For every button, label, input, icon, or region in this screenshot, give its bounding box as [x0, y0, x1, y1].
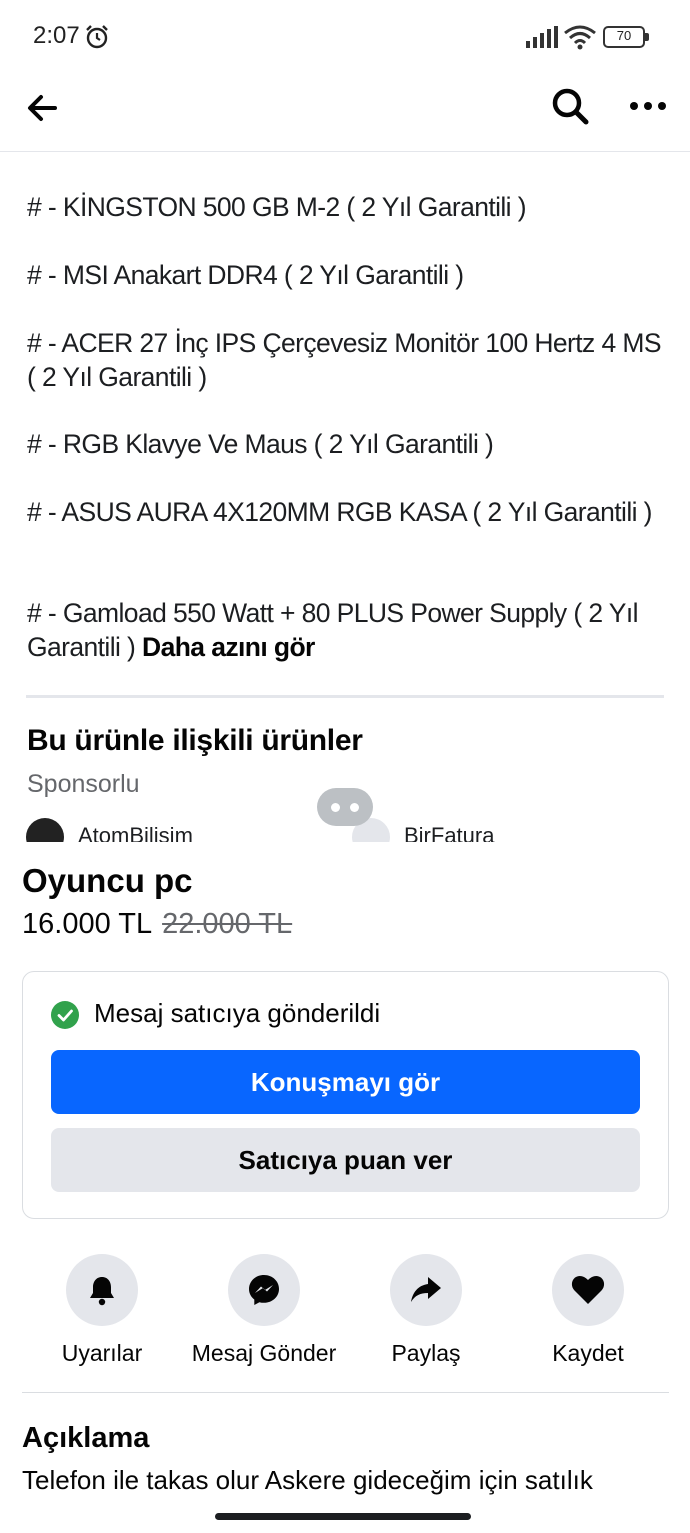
home-indicator[interactable]	[215, 1513, 471, 1520]
carousel-dot	[331, 803, 340, 812]
battery-indicator: 70	[603, 26, 649, 48]
price-row: 16.000 TL 22.000 TL	[22, 908, 292, 941]
share-icon	[411, 1277, 441, 1302]
save-action[interactable]: Kaydet	[503, 1254, 673, 1367]
sponsor-avatar	[26, 818, 64, 842]
description-text: Telefon ile takas olur Askere gideceğim …	[22, 1465, 593, 1495]
save-label: Kaydet	[552, 1340, 624, 1366]
divider	[26, 695, 664, 698]
bell-icon	[90, 1277, 114, 1306]
price-old: 22.000 TL	[162, 908, 293, 940]
search-icon[interactable]	[548, 84, 592, 128]
heart-icon	[571, 1275, 605, 1304]
action-row: Uyarılar Mesaj Gönder Paylaş Kaydet	[0, 1254, 690, 1374]
more-horizontal-icon[interactable]	[624, 84, 672, 128]
spec-line: # - MSI Anakart DDR4 ( 2 Yıl Garantili )	[27, 260, 464, 290]
sponsored-label: Sponsorlu	[27, 770, 140, 798]
signal-icon	[526, 26, 558, 48]
related-products-title: Bu ürünle ilişkili ürünler	[27, 724, 363, 757]
carousel-page-indicator	[317, 788, 373, 826]
spec-line: # - KİNGSTON 500 GB M-2 ( 2 Yıl Garantil…	[27, 192, 527, 222]
send-message-label: Mesaj Gönder	[191, 1340, 337, 1366]
spec-line-last: # - Gamload 550 Watt + 80 PLUS Power Sup…	[27, 596, 667, 664]
sponsor-card[interactable]: AtomBilisim	[26, 818, 193, 842]
status-time: 2:07	[33, 22, 80, 49]
spec-line-text: # - Gamload 550 Watt + 80 PLUS Power Sup…	[27, 598, 638, 662]
share-action[interactable]: Paylaş	[341, 1254, 511, 1367]
message-status-card: Mesaj satıcıya gönderildi Konuşmayı gör …	[22, 971, 669, 1219]
alarm-clock-icon	[86, 25, 108, 49]
send-message-action[interactable]: Mesaj Gönder	[179, 1254, 349, 1367]
sponsor-name: AtomBilisim	[78, 822, 193, 842]
alerts-button[interactable]	[66, 1254, 138, 1326]
spec-line: # - ASUS AURA 4X120MM RGB KASA ( 2 Yıl G…	[27, 497, 653, 527]
spec-line: # - RGB Klavye Ve Maus ( 2 Yıl Garantili…	[27, 429, 494, 459]
sponsor-card[interactable]: BirFatura	[352, 818, 494, 842]
spec-line: # - ACER 27 İnç IPS Çerçevesiz Monitör 1…	[27, 328, 662, 392]
product-title: Oyuncu pc	[22, 862, 193, 899]
send-message-button[interactable]	[228, 1254, 300, 1326]
description-title: Açıklama	[22, 1422, 150, 1454]
check-circle-icon	[51, 1001, 79, 1029]
messenger-icon	[249, 1275, 279, 1305]
divider	[22, 1392, 669, 1393]
description-scroll-area[interactable]: # - KİNGSTON 500 GB M-2 ( 2 Yıl Garantil…	[0, 152, 690, 842]
product-sheet: Oyuncu pc 16.000 TL 22.000 TL Mesaj satıc…	[0, 842, 690, 1533]
battery-level: 70	[616, 28, 632, 43]
wifi-icon	[564, 25, 596, 50]
carousel-dot	[350, 803, 359, 812]
alerts-label: Uyarılar	[61, 1340, 143, 1366]
share-button[interactable]	[390, 1254, 462, 1326]
save-button[interactable]	[552, 1254, 624, 1326]
see-less-link[interactable]: Daha azını gör	[142, 632, 315, 662]
alerts-action[interactable]: Uyarılar	[17, 1254, 187, 1367]
message-sent-text: Mesaj satıcıya gönderildi	[94, 998, 381, 1028]
view-conversation-button[interactable]: Konuşmayı gör	[51, 1050, 640, 1114]
battery-tip	[645, 33, 649, 41]
sponsor-name: BirFatura	[404, 822, 495, 842]
arrow-left-icon[interactable]	[22, 86, 66, 130]
price-current: 16.000 TL	[22, 908, 153, 940]
status-bar: 2:07 70	[0, 0, 690, 72]
share-label: Paylaş	[391, 1340, 461, 1366]
top-nav	[0, 72, 690, 152]
rate-seller-button[interactable]: Satıcıya puan ver	[51, 1128, 640, 1192]
